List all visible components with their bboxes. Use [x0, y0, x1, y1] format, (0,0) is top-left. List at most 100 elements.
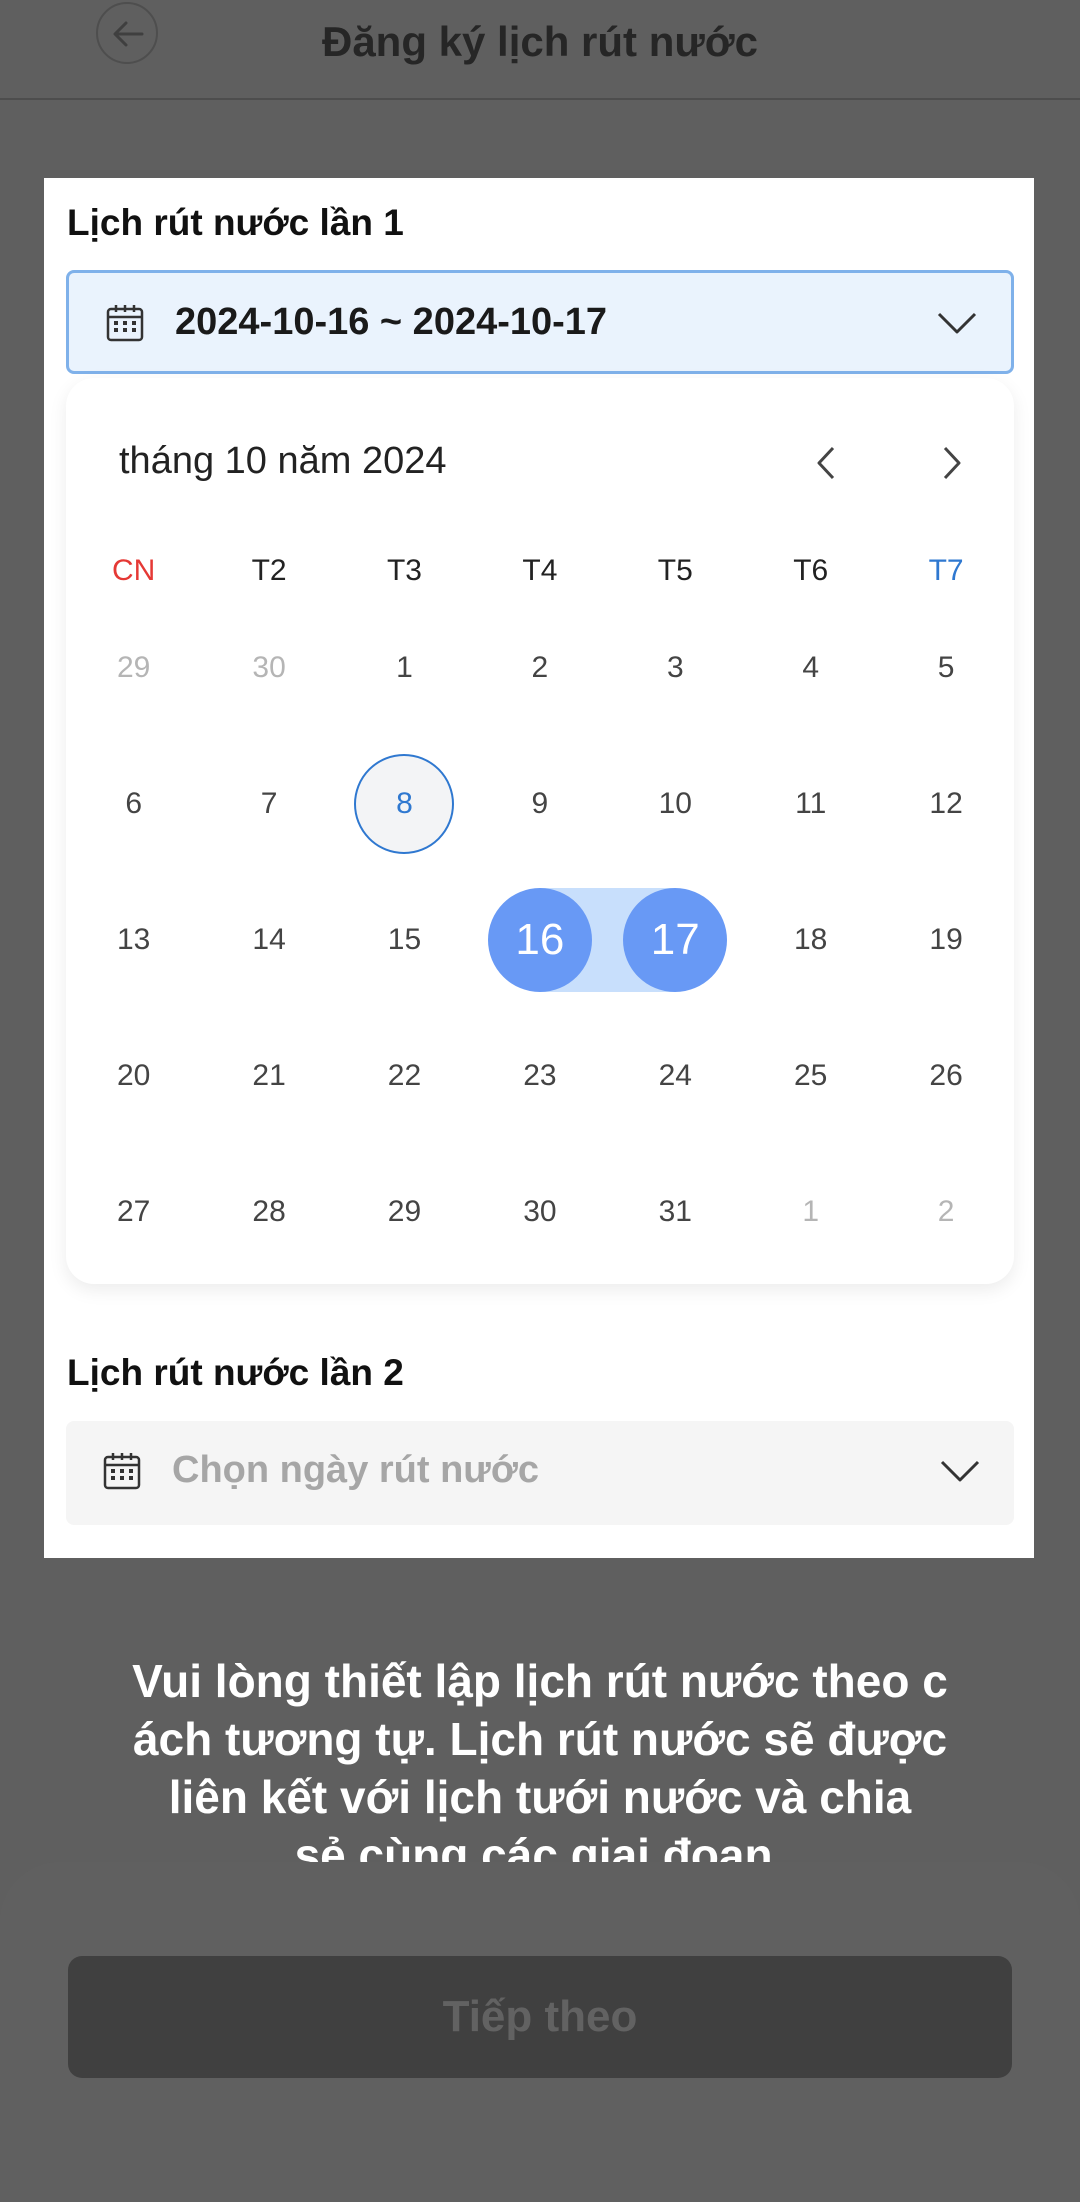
calendar-day-number: 12 [929, 787, 963, 820]
instruction-line: Vui lòng thiết lập lịch rút nước theo c [132, 1655, 948, 1707]
calendar-day-number: 22 [387, 1059, 422, 1092]
calendar-day[interactable]: 25 [743, 1024, 878, 1128]
calendar-day[interactable]: 12 [878, 752, 1013, 856]
calendar-day-number: 27 [117, 1195, 151, 1228]
chevron-down-icon [940, 1460, 980, 1482]
calendar-day-number: 17 [623, 888, 728, 992]
calendar-day-number: 7 [260, 787, 278, 820]
calendar-day-number: 20 [117, 1059, 151, 1092]
date-range-value: 2024-10-16 ~ 2024-10-17 [175, 301, 608, 343]
previous-month-button[interactable] [802, 438, 852, 488]
date-range-field-2[interactable]: Chọn ngày rút nước [66, 1421, 1014, 1525]
calendar-day-number: 1 [802, 1195, 820, 1228]
calendar-day[interactable]: 11 [743, 752, 878, 856]
calendar-day[interactable]: 24 [608, 1024, 743, 1128]
calendar-day-selected[interactable]: 16 [472, 888, 607, 992]
chevron-down-icon [937, 312, 977, 334]
instruction-line: ách tương tự. Lịch rút nước sẽ được [132, 1713, 948, 1765]
calendar-day[interactable]: 1 [743, 1160, 878, 1264]
calendar-day-number: 15 [387, 923, 422, 956]
calendar-day[interactable]: 30 [472, 1160, 607, 1264]
calendar-day[interactable]: 26 [878, 1024, 1013, 1128]
calendar-day[interactable]: 6 [66, 752, 201, 856]
weekday-header: T2 [251, 554, 287, 587]
weekday-header: T3 [386, 554, 422, 587]
weekday-header: T5 [657, 554, 693, 587]
calendar-day[interactable]: 20 [66, 1024, 201, 1128]
calendar-day-today[interactable]: 8 [337, 752, 472, 856]
calendar-day[interactable]: 29 [337, 1160, 472, 1264]
calendar-day-number: 19 [929, 923, 963, 956]
calendar-day-number: 30 [523, 1195, 557, 1228]
calendar-day[interactable]: 18 [743, 888, 878, 992]
chevron-left-icon [817, 446, 835, 480]
date-field-placeholder: Chọn ngày rút nước [172, 1449, 539, 1491]
section-2-label: Lịch rút nước lần 2 [67, 1352, 404, 1393]
header-bar: Đăng ký lịch rút nước [0, 0, 1080, 100]
calendar-day[interactable]: 19 [878, 888, 1013, 992]
calendar-day-number: 28 [252, 1195, 286, 1228]
calendar-day[interactable]: 3 [608, 616, 743, 720]
calendar-day-number: 31 [658, 1195, 692, 1228]
calendar-day[interactable]: 30 [201, 616, 336, 720]
calendar-icon [106, 305, 144, 342]
next-button[interactable]: Tiếp theo [68, 1956, 1012, 2078]
calendar-day-selected[interactable]: 17 [608, 888, 743, 992]
calendar-day-number: 13 [117, 923, 151, 956]
calendar-day-number: 18 [794, 923, 828, 956]
calendar-icon [103, 1453, 141, 1490]
weekday-header: T4 [522, 554, 558, 587]
instruction-line: liên kết với lịch tưới nước và chia [168, 1771, 912, 1823]
calendar-popup: tháng 10 năm 2024 CN T2 T3 T4 T5 T6 T7 29 30 1 2 3 4… [66, 378, 1014, 1284]
calendar-day-number: 21 [252, 1059, 286, 1092]
date-range-field-1[interactable]: 2024-10-16 ~ 2024-10-17 [66, 270, 1014, 374]
calendar-day[interactable]: 10 [608, 752, 743, 856]
calendar-day[interactable]: 1 [337, 616, 472, 720]
calendar-day-number: 1 [396, 651, 413, 684]
calendar-day[interactable]: 4 [743, 616, 878, 720]
page-title: Đăng ký lịch rút nước [321, 18, 759, 65]
calendar-day[interactable]: 7 [201, 752, 336, 856]
calendar-day-number: 10 [658, 787, 692, 820]
calendar-day[interactable]: 22 [337, 1024, 472, 1128]
calendar-day-number: 14 [252, 923, 286, 956]
calendar-day-number: 2 [531, 651, 549, 684]
calendar-day-number: 29 [387, 1195, 422, 1228]
calendar-day[interactable]: 13 [66, 888, 201, 992]
calendar-day[interactable]: 28 [201, 1160, 336, 1264]
calendar-day[interactable]: 29 [66, 616, 201, 720]
next-month-button[interactable] [926, 438, 976, 488]
chevron-right-icon [943, 446, 961, 480]
calendar-day[interactable]: 23 [472, 1024, 607, 1128]
calendar-day[interactable]: 21 [201, 1024, 336, 1128]
calendar-day-number: 3 [666, 651, 684, 684]
calendar-day[interactable]: 9 [472, 752, 607, 856]
weekday-header: T7 [928, 554, 964, 587]
calendar-day-number: 2 [937, 1195, 955, 1228]
calendar-day[interactable]: 14 [201, 888, 336, 992]
calendar-day-number: 25 [794, 1059, 828, 1092]
calendar-day-number: 11 [795, 787, 827, 820]
calendar-day[interactable]: 5 [878, 616, 1013, 720]
calendar-day-number: 24 [658, 1059, 692, 1092]
calendar-day-number: 29 [117, 651, 151, 684]
instruction-message: Vui lòng thiết lập lịch rút nước theo c … [60, 1652, 1020, 1884]
schedule-panel: Lịch rút nước lần 1 2024-10-16 ~ 2024-10… [44, 178, 1034, 1558]
calendar-day-number: 8 [354, 754, 455, 854]
calendar-day[interactable]: 15 [337, 888, 472, 992]
calendar-day-number: 23 [523, 1059, 557, 1092]
calendar-day[interactable]: 27 [66, 1160, 201, 1264]
calendar-day-number: 30 [252, 651, 286, 684]
calendar-day[interactable]: 2 [878, 1160, 1013, 1264]
weekday-header: T6 [793, 554, 829, 587]
calendar-day-number: 4 [802, 651, 820, 684]
calendar-day[interactable]: 31 [608, 1160, 743, 1264]
weekday-header: CN [112, 554, 156, 587]
calendar-day-number: 6 [125, 787, 143, 820]
section-1-label: Lịch rút nước lần 1 [67, 202, 404, 243]
calendar-day-number: 9 [531, 787, 549, 820]
calendar-month-title: tháng 10 năm 2024 [119, 440, 447, 482]
calendar-day-number: 5 [937, 651, 955, 684]
calendar-day-number: 16 [487, 888, 592, 992]
calendar-day[interactable]: 2 [472, 616, 607, 720]
